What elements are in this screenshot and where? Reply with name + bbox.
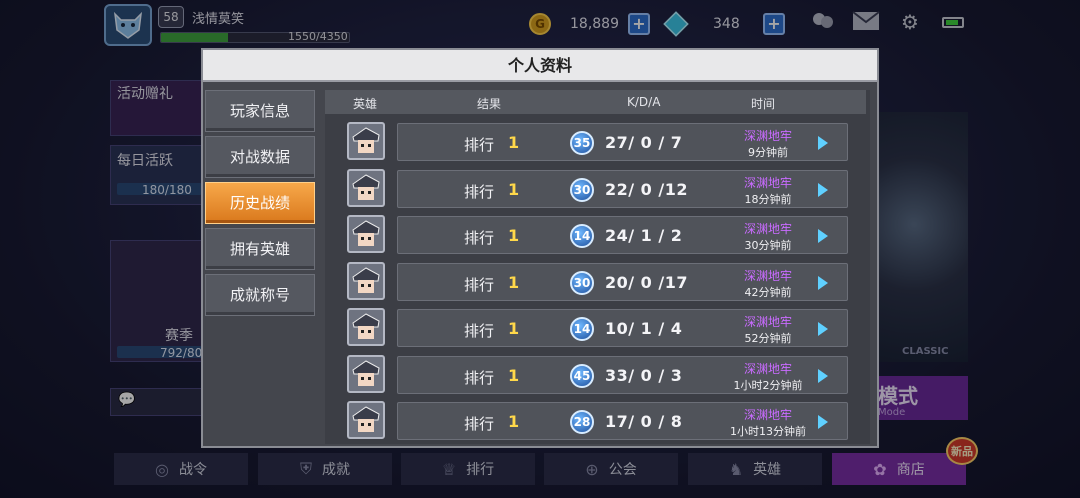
rank-label: 排行 xyxy=(464,415,495,433)
table-row[interactable]: 排行 1 30 20/ 0 /17 深渊地牢 42分钟前 xyxy=(325,261,866,302)
row-bar: 排行 1 35 27/ 0 / 7 深渊地牢 9分钟前 xyxy=(397,123,848,161)
mode-name: 深渊地牢 xyxy=(743,361,792,376)
row-bar: 排行 1 30 20/ 0 /17 深渊地牢 42分钟前 xyxy=(397,262,848,301)
play-arrow-icon[interactable] xyxy=(818,415,828,429)
mode-name: 深渊地牢 xyxy=(743,268,792,283)
profile-tabs: 玩家信息 对战数据 历史战绩 拥有英雄 成就称号 xyxy=(205,90,316,320)
hero-level-orb: 30 xyxy=(570,177,594,202)
hero-level-orb: 14 xyxy=(570,317,594,341)
hero-level-orb: 45 xyxy=(570,363,594,388)
rank-label: 排行 xyxy=(464,136,495,154)
hero-level-orb: 30 xyxy=(570,270,594,295)
kda-value: 24/ 1 / 2 xyxy=(605,226,683,245)
mode-name: 深渊地牢 xyxy=(743,408,792,422)
time-ago: 42分钟前 xyxy=(744,285,792,299)
table-row[interactable]: 排行 1 45 33/ 0 / 3 深渊地牢 1小时2分钟前 xyxy=(325,354,866,395)
hero-portrait-icon xyxy=(347,354,385,393)
rank-value: 1 xyxy=(508,133,520,152)
tab-achievement-titles[interactable]: 成就称号 xyxy=(205,274,315,316)
play-arrow-icon[interactable] xyxy=(818,368,828,383)
row-bar: 排行 1 30 22/ 0 /12 深渊地牢 18分钟前 xyxy=(397,169,848,208)
hero-portrait-icon xyxy=(347,122,385,160)
kda-value: 22/ 0 /12 xyxy=(605,179,688,199)
column-kda: K/D/A xyxy=(627,95,661,109)
column-result: 结果 xyxy=(477,97,502,111)
tab-player-info[interactable]: 玩家信息 xyxy=(205,90,315,132)
play-arrow-icon[interactable] xyxy=(818,322,828,336)
mode-name: 深渊地牢 xyxy=(743,175,792,190)
tab-battle-stats[interactable]: 对战数据 xyxy=(205,136,315,178)
table-row[interactable]: 排行 1 28 17/ 0 / 8 深渊地牢 1小时13分钟前 xyxy=(325,401,866,441)
table-header: 英雄 结果 K/D/A 时间 xyxy=(325,90,866,114)
profile-modal: 个人资料 玩家信息 对战数据 历史战绩 拥有英雄 成就称号 英雄 结果 K/D/… xyxy=(201,48,879,448)
time-ago: 30分钟前 xyxy=(744,239,792,252)
rank-value: 1 xyxy=(508,319,520,338)
hero-level-orb: 14 xyxy=(570,224,594,248)
time-ago: 1小时2分钟前 xyxy=(733,378,803,392)
table-row[interactable]: 排行 1 30 22/ 0 /12 深渊地牢 18分钟前 xyxy=(325,168,866,209)
time-ago: 52分钟前 xyxy=(744,332,792,345)
row-bar: 排行 1 14 10/ 1 / 4 深渊地牢 52分钟前 xyxy=(397,309,848,347)
tab-match-history[interactable]: 历史战绩 xyxy=(205,182,315,224)
hero-level-orb: 28 xyxy=(570,410,594,434)
rank-label: 排行 xyxy=(464,182,495,201)
rank-value: 1 xyxy=(508,272,520,292)
hero-portrait-icon xyxy=(347,215,385,253)
hero-portrait-icon xyxy=(347,401,385,439)
mode-name: 深渊地牢 xyxy=(743,315,792,329)
rank-value: 1 xyxy=(508,179,520,199)
hero-portrait-icon xyxy=(347,261,385,300)
match-history-table: 英雄 结果 K/D/A 时间 排行 1 35 27/ 0 / 7 深渊地牢 9分钟前 排行 1… xyxy=(325,90,870,444)
time-ago: 18分钟前 xyxy=(744,192,792,206)
mode-name: 深渊地牢 xyxy=(743,129,792,143)
play-arrow-icon[interactable] xyxy=(818,182,828,197)
kda-value: 17/ 0 / 8 xyxy=(605,412,683,431)
play-arrow-icon[interactable] xyxy=(818,136,828,150)
kda-value: 10/ 1 / 4 xyxy=(605,319,683,338)
rank-value: 1 xyxy=(508,412,520,431)
time-ago: 1小时13分钟前 xyxy=(730,425,806,438)
modal-title: 个人资料 xyxy=(203,50,877,82)
rank-value: 1 xyxy=(508,365,520,385)
rank-value: 1 xyxy=(508,226,520,245)
mode-name: 深渊地牢 xyxy=(743,222,792,236)
rank-label: 排行 xyxy=(464,368,495,387)
rank-label: 排行 xyxy=(464,229,495,247)
table-row[interactable]: 排行 1 14 10/ 1 / 4 深渊地牢 52分钟前 xyxy=(325,308,866,348)
hero-portrait-icon xyxy=(347,168,385,207)
play-arrow-icon[interactable] xyxy=(818,275,828,290)
play-arrow-icon[interactable] xyxy=(818,229,828,243)
kda-value: 20/ 0 /17 xyxy=(605,272,688,292)
column-time: 时间 xyxy=(751,97,776,111)
kda-value: 33/ 0 / 3 xyxy=(605,365,683,385)
table-row[interactable]: 排行 1 35 27/ 0 / 7 深渊地牢 9分钟前 xyxy=(325,122,866,162)
hero-portrait-icon xyxy=(347,308,385,346)
kda-value: 27/ 0 / 7 xyxy=(605,133,683,152)
row-bar: 排行 1 14 24/ 1 / 2 深渊地牢 30分钟前 xyxy=(397,216,848,254)
rank-label: 排行 xyxy=(464,322,495,340)
time-ago: 9分钟前 xyxy=(748,146,788,159)
table-row[interactable]: 排行 1 14 24/ 1 / 2 深渊地牢 30分钟前 xyxy=(325,215,866,255)
rank-label: 排行 xyxy=(464,275,495,294)
column-hero: 英雄 xyxy=(353,97,378,111)
row-bar: 排行 1 28 17/ 0 / 8 深渊地牢 1小时13分钟前 xyxy=(397,402,848,440)
row-bar: 排行 1 45 33/ 0 / 3 深渊地牢 1小时2分钟前 xyxy=(397,355,848,394)
hero-level-orb: 35 xyxy=(570,131,594,155)
tab-owned-heroes[interactable]: 拥有英雄 xyxy=(205,228,315,270)
